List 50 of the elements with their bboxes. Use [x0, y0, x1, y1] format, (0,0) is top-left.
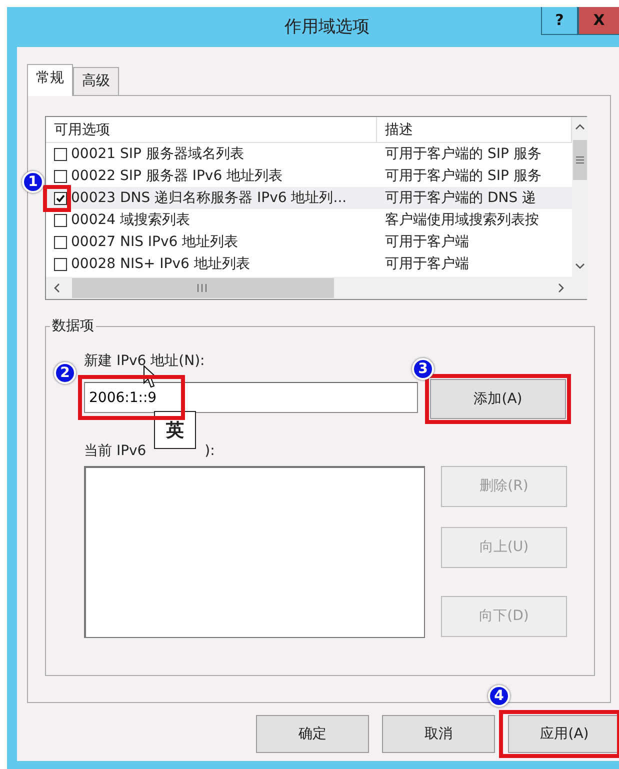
column-header[interactable]: 可用选项 — [46, 117, 377, 142]
description-text: 可用于客户端 — [384, 232, 470, 252]
list-row[interactable]: 00021 SIP 服务器域名列表 可用于客户端的 SIP 服务 — [46, 143, 572, 165]
option-text: 00028 NIS+ IPv6 地址列表 — [71, 254, 250, 274]
dialog-button[interactable]: 应用(A) — [508, 715, 619, 753]
tab[interactable]: 常规 — [27, 64, 73, 96]
checkbox[interactable] — [54, 236, 67, 248]
callout-number: 1 — [22, 171, 44, 193]
scroll-thumb[interactable] — [72, 278, 334, 298]
scroll-thumb[interactable] — [572, 140, 588, 180]
dialog-button[interactable]: 确定 — [256, 715, 369, 753]
ipv6-input-field[interactable]: 2006:1::9 — [84, 382, 418, 413]
checkbox[interactable] — [54, 214, 67, 226]
option-text: 00023 DNS 递归名称服务器 IPv6 地址列... — [71, 188, 347, 208]
list-row[interactable]: 00022 SIP 服务器 IPv6 地址列表 可用于客户端的 SIP 服务 — [46, 165, 572, 187]
list-row[interactable]: 00027 NIS IPv6 地址列表 可用于客户端 — [46, 231, 572, 253]
option-text: 00021 SIP 服务器域名列表 — [71, 144, 244, 164]
ime-indicator: 英 — [154, 411, 196, 449]
description-text: 可用于客户端的 DNS 递 — [384, 188, 538, 208]
description-text: 可用于客户端 — [384, 254, 470, 274]
scroll-up-icon[interactable] — [574, 122, 586, 132]
add-button[interactable]: 添加(A) — [430, 379, 566, 419]
checkbox[interactable] — [54, 148, 67, 160]
description-text: 可用于客户端的 SIP 服务 — [384, 166, 542, 186]
dialog-button[interactable]: 取消 — [382, 715, 495, 753]
highlight-frame — [43, 185, 71, 212]
list-row[interactable]: 00024 域搜索列表 客户端使用域搜索列表按 — [46, 209, 572, 231]
field-label: ): — [204, 443, 215, 459]
checkbox[interactable] — [54, 258, 67, 270]
callout-number: 2 — [54, 362, 76, 384]
field-label: 当前 IPv6 — [84, 443, 146, 459]
option-text: 00024 域搜索列表 — [71, 210, 190, 230]
description-text: 客户端使用域搜索列表按 — [384, 210, 540, 230]
scroll-right-icon[interactable] — [556, 282, 566, 294]
scroll-left-icon[interactable] — [52, 282, 62, 294]
option-text: 00027 NIS IPv6 地址列表 — [71, 232, 238, 252]
list-row[interactable]: 00028 NIS+ IPv6 地址列表 可用于客户端 — [46, 253, 572, 275]
option-text: 00022 SIP 服务器 IPv6 地址列表 — [71, 166, 283, 186]
scroll-down-icon[interactable] — [574, 261, 586, 271]
list-row[interactable]: 00023 DNS 递归名称服务器 IPv6 地址列... 可用于客户端的 DNS 递 — [46, 187, 572, 209]
checkbox[interactable] — [54, 170, 67, 182]
close-button[interactable]: X — [578, 7, 619, 35]
window-title: 作用域选项 — [284, 16, 370, 39]
field-label: 新建 IPv6 地址(N): — [84, 353, 205, 369]
description-text: 可用于客户端的 SIP 服务 — [384, 144, 542, 164]
callout-number: 3 — [412, 358, 434, 380]
checkbox[interactable] — [54, 192, 67, 204]
help-button[interactable]: ? — [541, 7, 578, 35]
vertical-scrollbar[interactable] — [572, 117, 588, 277]
tab[interactable]: 高级 — [73, 67, 119, 95]
